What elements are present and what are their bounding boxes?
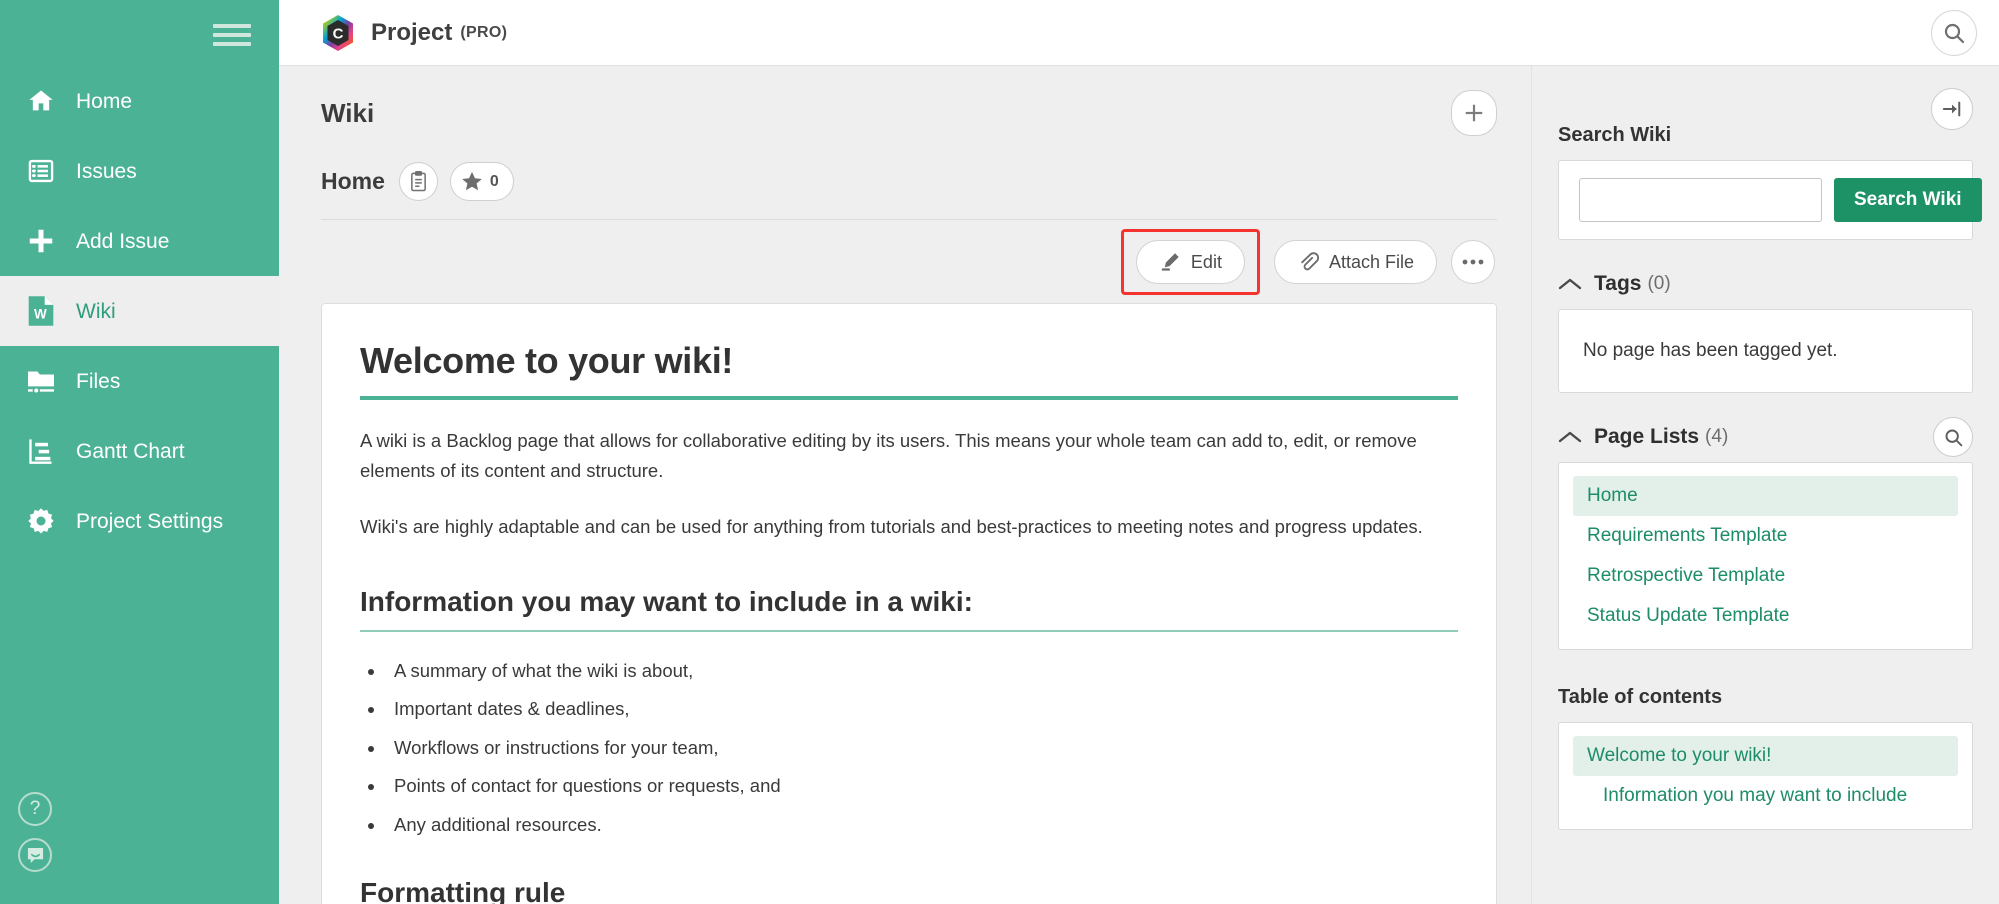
doc-paragraph: Wiki's are highly adaptable and can be u…	[360, 512, 1458, 542]
sidebar-item-project-settings[interactable]: Project Settings	[0, 486, 279, 556]
edit-button-highlight: Edit	[1121, 229, 1260, 295]
ellipsis-icon	[1462, 258, 1484, 266]
chevron-up-icon[interactable]	[1558, 277, 1582, 291]
wiki-doc-icon: W	[18, 292, 64, 330]
tags-count: (0)	[1647, 273, 1670, 295]
list-item: Important dates & deadlines,	[386, 696, 1458, 722]
search-icon[interactable]	[1931, 10, 1977, 56]
page-lists-section-header: Page Lists (4)	[1558, 425, 1973, 449]
top-bar: C Project (PRO)	[279, 0, 1999, 66]
page-toolbar: Edit Attach File	[321, 239, 1497, 285]
toc-item[interactable]: Information you may want to include	[1573, 776, 1958, 816]
home-icon	[18, 82, 64, 120]
chevron-up-icon[interactable]	[1558, 430, 1582, 444]
page-list-item[interactable]: Status Update Template	[1573, 596, 1958, 636]
search-input[interactable]	[1579, 178, 1822, 222]
star-button[interactable]: 0	[450, 162, 514, 201]
page-lists-title: Page Lists	[1594, 425, 1699, 449]
gantt-icon	[18, 432, 64, 470]
doc-subheading: Information you may want to include in a…	[360, 586, 1458, 618]
paperclip-icon	[1297, 251, 1319, 273]
global-sidebar: Home Issues	[0, 0, 279, 904]
sidebar-item-add-issue[interactable]: Add Issue	[0, 206, 279, 276]
doc-heading: Welcome to your wiki!	[360, 340, 1458, 382]
page-lists-count: (4)	[1705, 426, 1728, 448]
doc-bullet-list: A summary of what the wiki is about, Imp…	[360, 658, 1458, 838]
sidebar-item-wiki[interactable]: W Wiki	[0, 276, 279, 346]
more-actions-button[interactable]	[1451, 240, 1495, 284]
help-glyph: ?	[30, 798, 41, 820]
tags-empty-message: No page has been tagged yet.	[1583, 340, 1838, 361]
doc-next-heading: Formatting rule	[360, 877, 1458, 904]
add-page-button[interactable]	[1451, 90, 1497, 136]
attach-file-label: Attach File	[1329, 252, 1414, 273]
breadcrumb-current: Home	[321, 168, 385, 195]
page-head: Wiki Home	[321, 66, 1497, 220]
svg-text:C: C	[333, 25, 344, 42]
list-item: Points of contact for questions or reque…	[386, 773, 1458, 799]
page-title: Wiki	[321, 98, 374, 129]
star-count: 0	[490, 173, 499, 191]
breadcrumb: Home 0	[321, 162, 1497, 201]
search-wiki-button[interactable]: Search Wiki	[1834, 178, 1982, 222]
app-root: Home Issues	[0, 0, 1999, 904]
sidebar-nav: Home Issues	[0, 66, 279, 556]
sidebar-item-label: Issues	[76, 161, 137, 182]
sidebar-item-label: Wiki	[76, 301, 116, 322]
list-item: Any additional resources.	[386, 812, 1458, 838]
page-lists-panel: Home Requirements Template Retrospective…	[1558, 462, 1973, 650]
attach-file-button[interactable]: Attach File	[1274, 240, 1437, 284]
sidebar-item-label: Gantt Chart	[76, 441, 185, 462]
sidebar-item-issues[interactable]: Issues	[0, 136, 279, 206]
page-list-item[interactable]: Retrospective Template	[1573, 556, 1958, 596]
search-wiki-label: Search Wiki	[1558, 124, 1973, 147]
tags-section-header: Tags (0)	[1558, 272, 1973, 296]
svg-text:W: W	[34, 306, 47, 321]
doc-paragraph: A wiki is a Backlog page that allows for…	[360, 426, 1458, 486]
wiki-side-panel: Search Wiki Search Wiki Tags (0) No page…	[1531, 66, 1999, 904]
toc-panel: Welcome to your wiki! Information you ma…	[1558, 722, 1973, 830]
search-icon[interactable]	[1933, 417, 1973, 457]
sidebar-bottom-actions: ?	[18, 792, 52, 884]
plan-badge: (PRO)	[460, 24, 507, 42]
wiki-document-card: Welcome to your wiki! A wiki is a Backlo…	[321, 303, 1497, 904]
folder-icon	[18, 362, 64, 400]
edit-button[interactable]: Edit	[1136, 240, 1245, 284]
gear-icon	[18, 502, 64, 540]
doc-heading-rule	[360, 396, 1458, 400]
list-icon	[18, 152, 64, 190]
help-icon[interactable]: ?	[18, 792, 52, 826]
sidebar-item-label: Home	[76, 91, 132, 112]
hamburger-icon[interactable]	[213, 21, 251, 49]
sidebar-item-home[interactable]: Home	[0, 66, 279, 136]
search-wiki-panel: Search Wiki	[1558, 160, 1973, 240]
page-list-item[interactable]: Requirements Template	[1573, 516, 1958, 556]
project-name: Project	[371, 19, 452, 47]
body-row: Wiki Home	[279, 66, 1999, 904]
chat-icon[interactable]	[18, 838, 52, 872]
collapse-right-icon[interactable]	[1931, 88, 1973, 130]
page-list-item[interactable]: Home	[1573, 476, 1958, 516]
divider	[321, 219, 1497, 220]
backlog-hex-logo: C	[321, 14, 355, 52]
sidebar-item-label: Add Issue	[76, 231, 169, 252]
sidebar-item-files[interactable]: Files	[0, 346, 279, 416]
tags-title: Tags	[1594, 272, 1641, 296]
clipboard-icon[interactable]	[399, 162, 438, 201]
toc-title: Table of contents	[1558, 686, 1973, 709]
sidebar-item-label: Project Settings	[76, 511, 223, 532]
wiki-content-pane: Wiki Home	[279, 66, 1531, 904]
main-column: C Project (PRO) Wiki	[279, 0, 1999, 904]
sidebar-item-label: Files	[76, 371, 120, 392]
doc-subheading-rule	[360, 630, 1458, 632]
list-item: Workflows or instructions for your team,	[386, 735, 1458, 761]
tags-empty-panel: No page has been tagged yet.	[1558, 309, 1973, 393]
plus-icon	[18, 222, 64, 260]
pen-icon	[1159, 251, 1181, 273]
sidebar-item-gantt-chart[interactable]: Gantt Chart	[0, 416, 279, 486]
toc-item[interactable]: Welcome to your wiki!	[1573, 736, 1958, 776]
list-item: A summary of what the wiki is about,	[386, 658, 1458, 684]
edit-button-label: Edit	[1191, 252, 1222, 273]
